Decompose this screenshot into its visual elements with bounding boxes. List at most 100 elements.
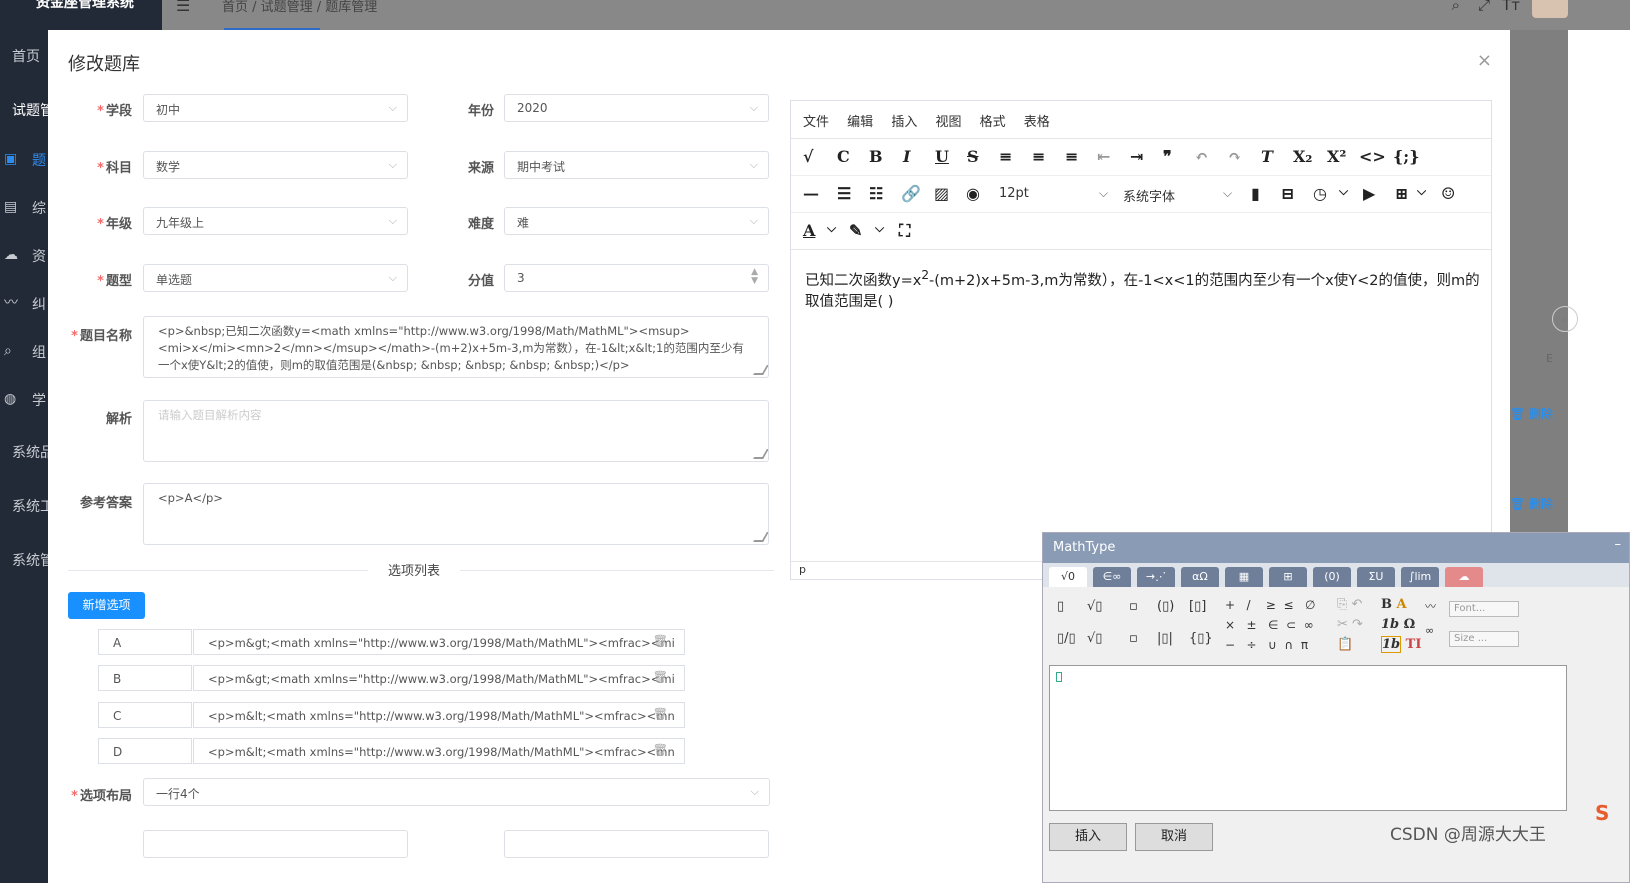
fraction-template-icon[interactable]: ▯ <box>1057 599 1064 614</box>
abs-template-icon[interactable]: |▯| <box>1157 631 1173 646</box>
horizontal-rule-icon[interactable]: — <box>803 184 819 203</box>
link-icon[interactable]: 🔗 <box>901 184 921 203</box>
trash-icon[interactable]: 🗑 <box>653 634 668 648</box>
score-stepper[interactable]: 3 ▲ ▼ <box>504 264 769 292</box>
sidebar-item-comprehensive[interactable]: 综 <box>32 198 46 218</box>
chevron-down-icon[interactable]: ⌵ <box>1417 184 1426 199</box>
chevron-down-icon[interactable]: ⌵ <box>1339 184 1348 199</box>
nth-root-icon[interactable]: √▯ <box>1087 631 1102 646</box>
emoji-icon[interactable]: ☺ <box>1441 184 1455 203</box>
operator-palette[interactable]: + / ≥ ≤ ∅ × ± ∈ ⊂ ∞ − ÷ ∪ ∩ π <box>1225 595 1325 655</box>
subscript-template-icon[interactable]: ▫ <box>1129 631 1138 646</box>
trash-icon[interactable]: 🗑 <box>653 670 668 684</box>
page-break-icon[interactable]: ⊟ <box>1281 184 1294 203</box>
text-color-icon[interactable]: A <box>803 221 815 240</box>
menu-table[interactable]: 表格 <box>1024 115 1050 130</box>
blockquote-icon[interactable]: ❞ <box>1163 147 1172 166</box>
align-center-icon[interactable]: ≡ <box>1032 147 1045 166</box>
question-name-textarea[interactable]: <p>&nbsp;已知二次函数y=<math xmlns="http://www… <box>143 316 769 378</box>
stage-select[interactable]: 初中 ⌵ <box>143 94 408 122</box>
option-value-input[interactable]: <p>m&lt;<math xmlns="http://www.w3.org/1… <box>193 702 685 728</box>
resize-handle[interactable] <box>753 532 768 542</box>
extra-select[interactable] <box>504 830 769 858</box>
source-select[interactable]: 期中考试 ⌵ <box>504 151 769 179</box>
resize-handle[interactable] <box>753 449 768 459</box>
tab-calculus[interactable]: ∫lim <box>1401 567 1439 587</box>
font-size-select[interactable]: 12pt <box>999 186 1029 201</box>
underline-icon[interactable]: U <box>935 147 949 166</box>
year-select[interactable]: 2020 ⌵ <box>504 94 769 122</box>
search-icon[interactable]: ⌕ <box>1552 306 1578 332</box>
search-icon[interactable]: ⌕ <box>1452 0 1460 14</box>
preview-icon[interactable]: ◉ <box>966 184 980 203</box>
delete-link[interactable]: 🗑 删除 <box>1510 405 1553 422</box>
redo-icon[interactable]: ↷ <box>1228 147 1241 166</box>
sidebar-item-home[interactable]: 首页 <box>12 46 40 66</box>
editor-content[interactable]: 已知二次函数y=x2-(m+2)x+5m-3,m为常数），在-1<x<1的范围内… <box>805 265 1485 313</box>
superscript-template-icon[interactable]: ▫ <box>1129 599 1138 614</box>
resize-handle[interactable] <box>753 365 768 375</box>
italic-icon[interactable]: I <box>903 147 910 166</box>
font-family-select[interactable]: 系统字体 <box>1123 186 1175 205</box>
tab-sets[interactable]: ∈∞ <box>1093 567 1131 587</box>
numbered-list-icon[interactable]: ☷ <box>869 184 883 203</box>
code-icon[interactable]: <> <box>1359 147 1386 166</box>
difficulty-select[interactable]: 难 ⌵ <box>504 207 769 235</box>
bookmark-icon[interactable]: ▮ <box>1251 184 1260 203</box>
option-letter-input[interactable]: A <box>98 629 192 655</box>
indent-icon[interactable]: ⇥ <box>1130 147 1143 166</box>
trash-icon[interactable]: 🗑 <box>653 707 668 721</box>
highlight-icon[interactable]: ✎ <box>849 221 862 240</box>
delete-link[interactable]: 🗑 删除 <box>1510 495 1553 512</box>
tab-sums[interactable]: ΣU <box>1357 567 1395 587</box>
avatar[interactable] <box>1532 0 1568 18</box>
clear-format-icon[interactable]: T <box>1261 147 1273 166</box>
tab-greek[interactable]: αΩ <box>1181 567 1219 587</box>
chevron-down-icon[interactable]: ⌵ <box>827 221 836 236</box>
type-select[interactable]: 单选题 ⌵ <box>143 264 408 292</box>
menu-format[interactable]: 格式 <box>980 115 1006 130</box>
subject-select[interactable]: 数学 ⌵ <box>143 151 408 179</box>
tab-layout[interactable]: ⊞ <box>1269 567 1307 587</box>
grade-select[interactable]: 九年级上 ⌵ <box>143 207 408 235</box>
chevron-down-icon[interactable]: ⌵ <box>1099 186 1108 201</box>
analysis-textarea[interactable]: 请输入题目解析内容 <box>143 400 769 462</box>
tab-matrix[interactable]: ▦ <box>1225 567 1263 587</box>
chevron-down-icon[interactable]: ⌵ <box>875 221 884 236</box>
tab-arrows[interactable]: →⋰ <box>1137 567 1175 587</box>
edit-palette[interactable]: ⎘ ↶ ✂ ↷ 📋 <box>1337 595 1363 655</box>
option-letter-input[interactable]: D <box>98 738 192 764</box>
clock-icon[interactable]: ◷ <box>1313 184 1327 203</box>
option-value-input[interactable]: <p>m&gt;<math xmlns="http://www.w3.org/1… <box>193 629 685 655</box>
menu-icon[interactable]: ☰ <box>176 0 190 15</box>
outdent-icon[interactable]: ⇤ <box>1097 147 1110 166</box>
size-select[interactable]: Size ... <box>1449 631 1519 647</box>
brace-template-icon[interactable]: {▯} <box>1189 631 1213 646</box>
subscript-icon[interactable]: X₂ <box>1293 147 1312 166</box>
sidebar-item-correction[interactable]: 纠 <box>32 294 46 314</box>
add-option-button[interactable]: 新增选项 <box>68 592 145 619</box>
code-sample-icon[interactable]: {;} <box>1393 147 1419 166</box>
paren-template-icon[interactable]: (▯) <box>1157 599 1174 614</box>
align-right-icon[interactable]: ≡ <box>1065 147 1078 166</box>
trash-icon[interactable]: 🗑 <box>653 743 668 757</box>
insert-button[interactable]: 插入 <box>1049 823 1127 851</box>
superscript-icon[interactable]: X² <box>1327 147 1346 166</box>
option-letter-input[interactable]: C <box>98 702 192 728</box>
option-value-input[interactable]: <p>m&gt;<math xmlns="http://www.w3.org/1… <box>193 665 685 691</box>
tab-brackets[interactable]: (0) <box>1313 567 1351 587</box>
close-icon[interactable]: × <box>1477 50 1492 71</box>
tab-chemistry[interactable]: ☁ <box>1445 567 1483 587</box>
option-value-input[interactable]: <p>m&lt;<math xmlns="http://www.w3.org/1… <box>193 738 685 764</box>
menu-view[interactable]: 视图 <box>935 115 961 130</box>
sidebar-item-group[interactable]: 组 <box>32 342 46 362</box>
sidebar-item-student[interactable]: 学 <box>32 390 46 410</box>
mathtype-edit-area[interactable] <box>1049 665 1567 811</box>
table-icon[interactable]: ⊞ <box>1395 184 1408 203</box>
sidebar-item-resource[interactable]: 资 <box>32 246 46 266</box>
answer-textarea[interactable]: <p>A</p> <box>143 483 769 545</box>
menu-edit[interactable]: 编辑 <box>847 115 873 130</box>
tab-radicals[interactable]: √0 <box>1049 567 1087 587</box>
sqrt-template-icon[interactable]: √▯ <box>1087 599 1102 614</box>
strikethrough-icon[interactable]: S <box>967 147 979 166</box>
